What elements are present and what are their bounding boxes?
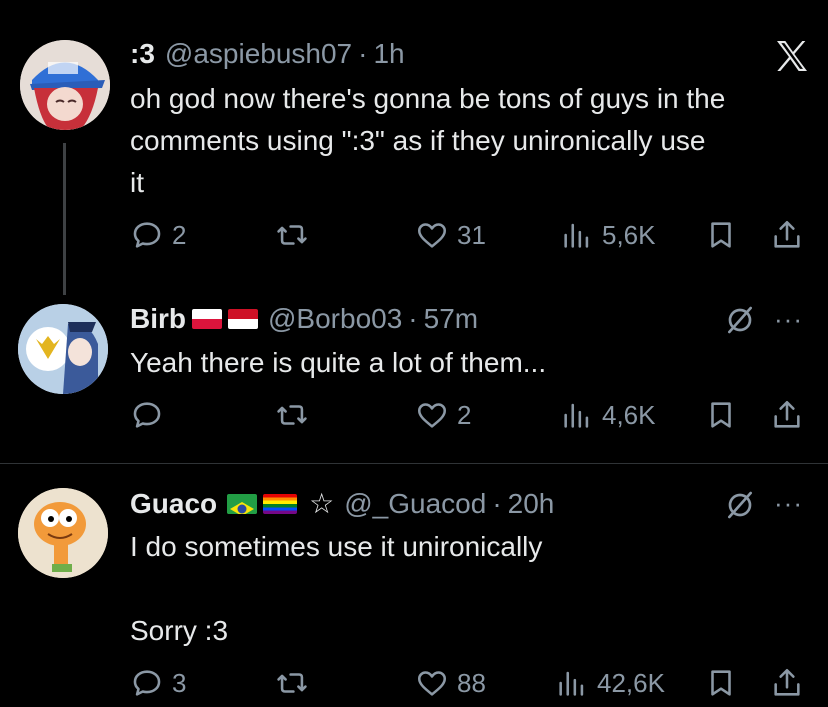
- heart-icon: [417, 671, 447, 696]
- bookmark-button[interactable]: [704, 666, 738, 700]
- display-name[interactable]: Guaco: [130, 488, 217, 520]
- star-symbol: ☆: [309, 488, 335, 519]
- grok-icon[interactable]: [724, 489, 756, 521]
- tweet-text: I do sometimes use it unironically Sorry…: [130, 526, 542, 652]
- views-icon: [559, 671, 584, 696]
- tweet-text-line: [130, 568, 542, 610]
- views-button[interactable]: 42,6K: [555, 666, 665, 700]
- retweet-button[interactable]: [275, 666, 317, 700]
- more-options-button[interactable]: ···: [774, 488, 803, 519]
- tweet[interactable]: Guaco ☆ @_Guacod · 20h ··· I do sometime…: [0, 0, 828, 707]
- separator-dot: ·: [492, 487, 502, 519]
- reply-icon: [133, 670, 161, 696]
- like-button[interactable]: 88: [415, 666, 486, 700]
- avatar[interactable]: [18, 488, 108, 578]
- flag-brazil-icon: [227, 493, 258, 514]
- retweet-icon: [277, 673, 307, 693]
- tweet-text-line: I do sometimes use it unironically: [130, 531, 543, 562]
- like-count: 88: [457, 667, 486, 698]
- views-count: 42,6K: [597, 667, 665, 698]
- bookmark-icon: [711, 670, 731, 696]
- reply-button[interactable]: 3: [130, 666, 186, 700]
- tweet-text-line: Sorry :3: [130, 615, 229, 646]
- tweet-header: Guaco ☆ @_Guacod · 20h: [130, 487, 554, 520]
- timestamp[interactable]: 20h: [508, 488, 555, 520]
- flag-rainbow-icon: [263, 493, 298, 514]
- share-button[interactable]: [770, 666, 804, 700]
- action-bar: 3 88 42,6K: [130, 666, 810, 706]
- flag-brazil-shape: [227, 498, 258, 514]
- user-handle[interactable]: @_Guacod: [344, 488, 486, 520]
- share-icon: [774, 668, 800, 696]
- reply-count: 3: [172, 667, 187, 698]
- avatar-image: [18, 488, 108, 578]
